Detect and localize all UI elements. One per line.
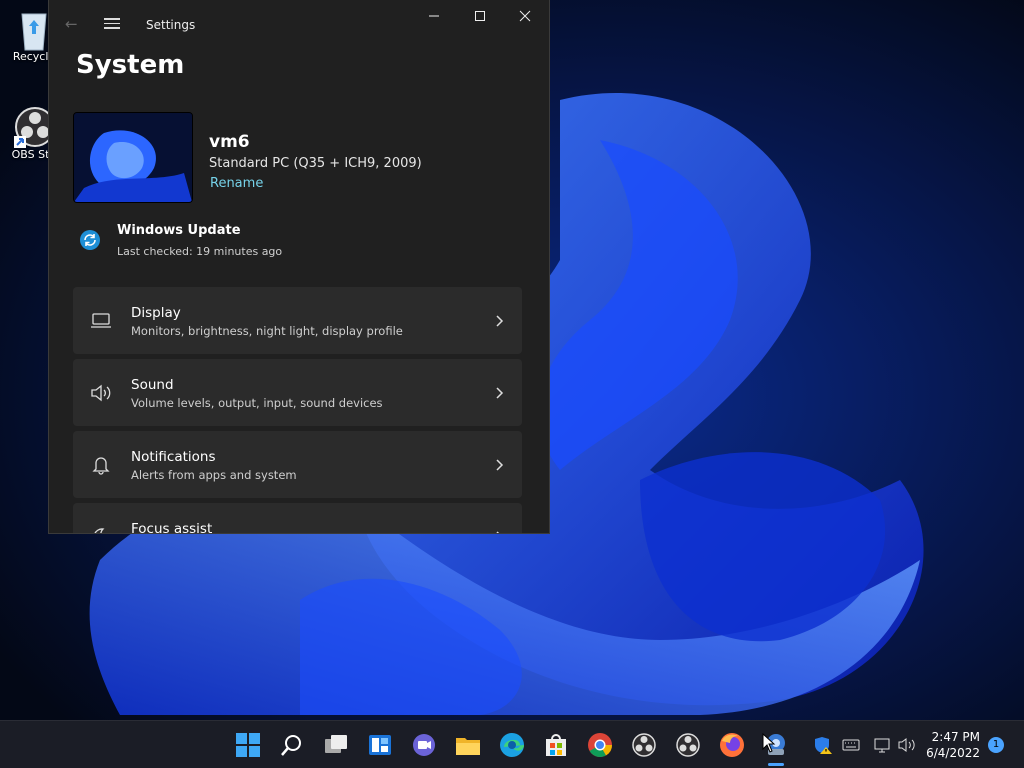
chat-icon[interactable] xyxy=(410,731,438,759)
update-subtitle: Last checked: 19 minutes ago xyxy=(117,245,283,258)
item-subtitle: Monitors, brightness, night light, displ… xyxy=(131,324,403,338)
mouse-cursor-icon xyxy=(762,732,776,753)
close-button[interactable] xyxy=(515,10,535,26)
hamburger-menu-icon[interactable] xyxy=(104,15,120,29)
firefox-icon[interactable] xyxy=(718,731,746,759)
settings-item-display[interactable]: Display Monitors, brightness, night ligh… xyxy=(73,287,522,354)
window-title: Settings xyxy=(146,18,196,32)
speaker-icon xyxy=(91,383,113,403)
monitor-icon xyxy=(91,311,113,331)
volume-icon[interactable] xyxy=(897,735,917,755)
title-bar[interactable]: ← Settings xyxy=(49,0,549,50)
clock-time: 2:47 PM xyxy=(931,730,980,744)
obs-icon[interactable] xyxy=(674,731,702,759)
item-title: Sound xyxy=(131,377,174,393)
taskbar: 2:47 PM 6/4/2022 1 xyxy=(0,720,1024,768)
settings-item-notifications[interactable]: Notifications Alerts from apps and syste… xyxy=(73,431,522,498)
obs-icon[interactable] xyxy=(630,731,658,759)
settings-item-focus-assist[interactable]: Focus assist xyxy=(73,503,522,534)
chrome-icon[interactable] xyxy=(586,731,614,759)
device-thumbnail xyxy=(73,112,193,203)
task-view-icon[interactable] xyxy=(322,731,350,759)
widgets-icon[interactable] xyxy=(366,731,394,759)
item-title: Display xyxy=(131,305,181,321)
chevron-right-icon xyxy=(494,313,504,327)
minimize-button[interactable] xyxy=(424,10,444,26)
device-spec: Standard PC (Q35 + ICH9, 2009) xyxy=(209,156,422,171)
chevron-right-icon xyxy=(494,529,504,533)
clock-date: 6/4/2022 xyxy=(926,746,980,760)
maximize-button[interactable] xyxy=(470,10,490,26)
back-arrow-icon[interactable]: ← xyxy=(65,15,81,33)
edge-icon[interactable] xyxy=(498,731,526,759)
device-name: vm6 xyxy=(209,132,250,152)
item-title: Notifications xyxy=(131,449,216,465)
search-icon[interactable] xyxy=(278,731,306,759)
file-explorer-icon[interactable] xyxy=(454,731,482,759)
update-title: Windows Update xyxy=(117,223,241,238)
rename-link[interactable]: Rename xyxy=(210,176,263,191)
network-icon[interactable] xyxy=(873,735,893,755)
security-shield-icon[interactable] xyxy=(813,735,833,755)
settings-item-sound[interactable]: Sound Volume levels, output, input, soun… xyxy=(73,359,522,426)
moon-icon xyxy=(91,527,113,533)
keyboard-icon[interactable] xyxy=(841,735,861,755)
chevron-right-icon xyxy=(494,385,504,399)
windows-update-status[interactable]: Windows Update Last checked: 19 minutes … xyxy=(79,220,519,264)
sync-icon xyxy=(79,229,101,251)
settings-window: ← Settings System vm6 Standard PC (Q35 +… xyxy=(48,0,550,534)
bell-icon xyxy=(91,455,113,475)
notification-badge[interactable]: 1 xyxy=(988,737,1004,753)
page-title: System xyxy=(76,50,185,80)
active-app-indicator xyxy=(768,763,784,766)
clock[interactable]: 2:47 PM 6/4/2022 xyxy=(926,729,980,761)
device-info: vm6 Standard PC (Q35 + ICH9, 2009) Renam… xyxy=(73,112,523,204)
item-subtitle: Volume levels, output, input, sound devi… xyxy=(131,396,383,410)
chevron-right-icon xyxy=(494,457,504,471)
item-subtitle: Alerts from apps and system xyxy=(131,468,297,482)
item-title: Focus assist xyxy=(131,521,213,534)
start-button[interactable] xyxy=(234,731,262,759)
store-icon[interactable] xyxy=(542,731,570,759)
